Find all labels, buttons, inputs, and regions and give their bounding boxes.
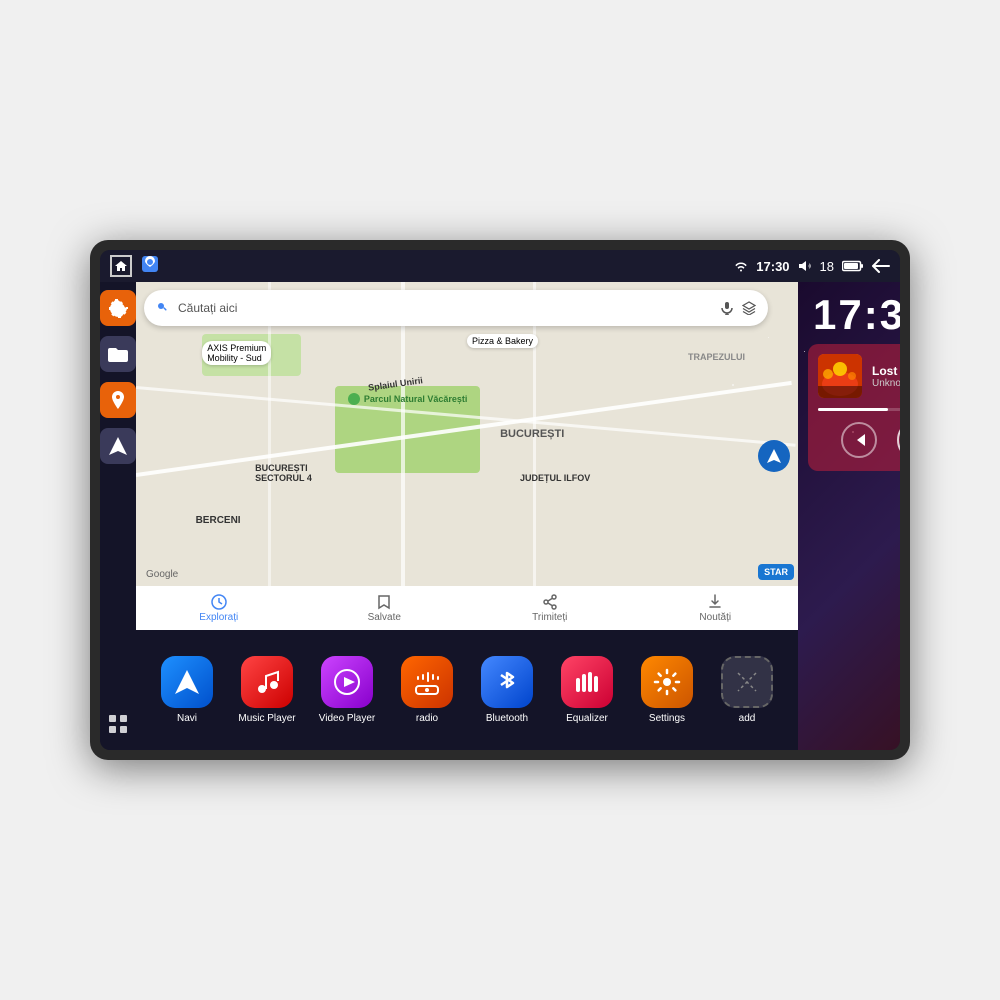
music-controls — [818, 419, 900, 461]
battery-level: 18 — [820, 259, 834, 274]
music-info: Lost Frequencies_Janie... Unknown — [818, 354, 900, 398]
device: 17:30 18 — [90, 240, 910, 760]
map-nav-share[interactable]: Trimiteți — [467, 594, 633, 623]
music-title: Lost Frequencies_Janie... — [872, 364, 900, 378]
map-search-bar[interactable]: Căutați aici — [144, 290, 768, 326]
app-music-player[interactable]: Music Player — [231, 656, 303, 724]
app-add-label: add — [739, 713, 756, 724]
mic-icon[interactable] — [720, 301, 734, 315]
map-poi-axis: AXIS PremiumMobility - Sud — [202, 341, 271, 365]
app-music-label: Music Player — [238, 713, 295, 724]
map-nav-news-label: Noutăți — [699, 612, 731, 623]
google-logo: Google — [146, 569, 178, 580]
map-container[interactable]: Căutați aici AXIS Pr — [136, 282, 798, 630]
left-sidebar — [100, 282, 136, 750]
app-settings[interactable]: Settings — [631, 656, 703, 724]
status-right: 17:30 18 — [734, 259, 890, 274]
prev-button[interactable] — [841, 422, 877, 458]
app-equalizer-label: Equalizer — [566, 713, 608, 724]
app-navi[interactable]: Navi — [151, 656, 223, 724]
pause-button[interactable] — [897, 419, 900, 461]
map-poi-pizza: Pizza & Bakery — [467, 334, 538, 348]
music-meta: Lost Frequencies_Janie... Unknown — [872, 364, 900, 389]
clock-time: 17:30 — [813, 294, 900, 336]
map-nav-explore[interactable]: Explorați — [136, 594, 302, 623]
map-label-judet: JUDEȚUL ILFOV — [520, 473, 590, 483]
app-equalizer[interactable]: Equalizer — [551, 656, 623, 724]
sidebar-item-grid[interactable] — [100, 706, 136, 742]
center-area: Căutați aici AXIS Pr — [136, 282, 798, 750]
map-nav-saved[interactable]: Salvate — [302, 594, 468, 623]
layers-icon[interactable] — [742, 301, 756, 315]
back-icon[interactable] — [872, 259, 890, 273]
app-grid: Navi Music Player — [151, 656, 783, 724]
device-screen: 17:30 18 — [100, 250, 900, 750]
app-radio-label: radio — [416, 713, 438, 724]
app-navi-label: Navi — [177, 713, 197, 724]
app-bluetooth[interactable]: Bluetooth — [471, 656, 543, 724]
sidebar-item-files[interactable] — [100, 336, 136, 372]
music-section: Lost Frequencies_Janie... Unknown — [808, 344, 900, 471]
maps-icon[interactable] — [142, 256, 158, 277]
sidebar-item-navigation[interactable] — [100, 428, 136, 464]
battery-icon — [842, 260, 864, 272]
app-grid-section: Navi Music Player — [136, 630, 798, 750]
music-progress-bar[interactable] — [818, 408, 900, 411]
volume-icon — [798, 260, 812, 272]
app-add[interactable]: add — [711, 656, 783, 724]
map-search-text: Căutați aici — [178, 301, 712, 315]
home-button[interactable] — [110, 255, 132, 277]
map-start-button[interactable]: STAR — [758, 564, 794, 580]
wifi-icon — [734, 260, 748, 272]
sidebar-item-map[interactable] — [100, 382, 136, 418]
app-radio[interactable]: radio — [391, 656, 463, 724]
main-content: Căutați aici AXIS Pr — [100, 282, 900, 750]
right-panel: 17:30 2023/12/12 Tuesday — [798, 282, 900, 750]
map-label-trapezului: TRAPEZULUI — [688, 352, 745, 362]
map-nav-button[interactable] — [758, 440, 790, 472]
music-artist: Unknown — [872, 378, 900, 389]
app-bluetooth-label: Bluetooth — [486, 713, 528, 724]
map-nav-news[interactable]: Noutăți — [633, 594, 799, 623]
sidebar-item-settings[interactable] — [100, 290, 136, 326]
app-settings-label: Settings — [649, 713, 685, 724]
map-park-label: Parcul Natural Văcărești — [348, 393, 468, 405]
map-nav-explore-label: Explorați — [199, 612, 238, 623]
map-background: Căutați aici AXIS Pr — [136, 282, 798, 630]
map-nav-share-label: Trimiteți — [532, 612, 567, 623]
status-bar: 17:30 18 — [100, 250, 900, 282]
map-label-bucuresti: BUCUREȘTI — [500, 428, 564, 440]
map-bottom-nav: Explorați Salvate Trimiteți Noutăți — [136, 586, 798, 630]
map-label-berceni: BERCENI — [196, 515, 241, 526]
map-label-sectorul: BUCUREȘTISECTORUL 4 — [255, 463, 312, 483]
app-video-player[interactable]: Video Player — [311, 656, 383, 724]
app-video-label: Video Player — [319, 713, 376, 724]
music-progress-fill — [818, 408, 888, 411]
status-left — [110, 255, 158, 277]
map-nav-saved-label: Salvate — [368, 612, 401, 623]
clock-section: 17:30 2023/12/12 Tuesday — [798, 282, 900, 344]
status-time: 17:30 — [756, 259, 789, 274]
album-art — [818, 354, 862, 398]
